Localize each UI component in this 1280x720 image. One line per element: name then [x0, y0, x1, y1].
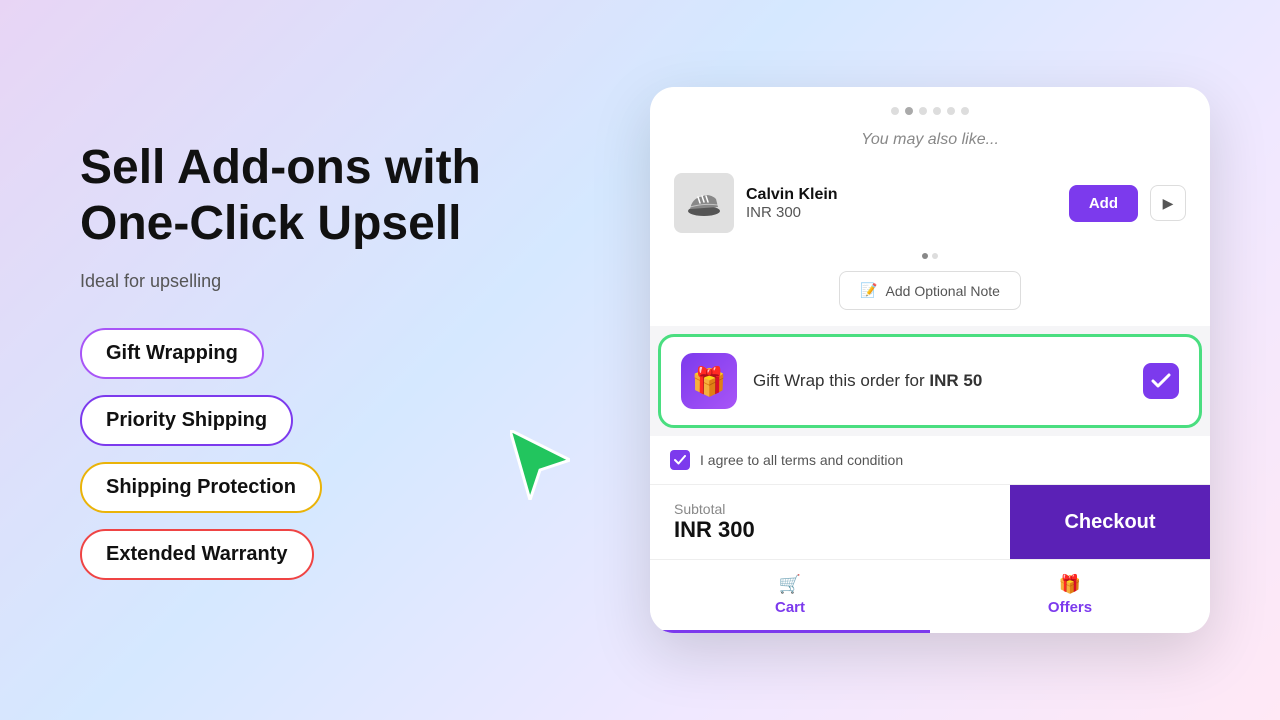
terms-text: I agree to all terms and condition [700, 452, 903, 468]
terms-checkmark-icon [674, 455, 686, 465]
top-section: You may also like... Calvin Klein INR 30… [650, 87, 1210, 326]
cart-icon: 🛒 [779, 574, 801, 595]
checkmark-icon [1151, 373, 1171, 389]
optional-note-button[interactable]: 📝 Add Optional Note [839, 271, 1021, 310]
headline: Sell Add-ons with One-Click Upsell [80, 140, 500, 250]
tag-gift-wrapping: Gift Wrapping [80, 328, 264, 379]
gift-icon-container: 🎁 [681, 353, 737, 409]
subtitle: Ideal for upselling [80, 271, 500, 292]
left-panel: Sell Add-ons with One-Click Upsell Ideal… [0, 0, 580, 720]
product-name: Calvin Klein [746, 186, 1057, 204]
tag-extended-warranty: Extended Warranty [80, 529, 314, 580]
dot-2 [905, 107, 913, 115]
product-price: INR 300 [746, 204, 1057, 221]
terms-checkbox[interactable] [670, 450, 690, 470]
progress-dots [674, 107, 1186, 115]
subtotal-section: Subtotal INR 300 [650, 485, 1010, 559]
cursor-arrow [510, 430, 570, 500]
tag-list: Gift Wrapping Priority Shipping Shipping… [80, 328, 500, 580]
mini-dot-1 [922, 253, 928, 259]
tag-priority-shipping: Priority Shipping [80, 395, 293, 446]
mini-dots [674, 253, 1186, 259]
offers-icon: 🎁 [1059, 574, 1081, 595]
nav-cart[interactable]: 🛒 Cart [650, 560, 930, 633]
bottom-bar: Subtotal INR 300 Checkout [650, 484, 1210, 559]
terms-section: I agree to all terms and condition [650, 436, 1210, 484]
gift-wrap-section[interactable]: 🎁 Gift Wrap this order for INR 50 [658, 334, 1202, 428]
gift-wrap-text: Gift Wrap this order for INR 50 [753, 371, 1127, 391]
dot-3 [919, 107, 927, 115]
product-image-svg [684, 183, 724, 223]
phone-card: You may also like... Calvin Klein INR 30… [650, 87, 1210, 633]
product-info: Calvin Klein INR 300 [746, 186, 1057, 221]
tag-shipping-protection: Shipping Protection [80, 462, 322, 513]
subtotal-label: Subtotal [674, 501, 986, 517]
gift-icon: 🎁 [692, 365, 727, 398]
note-icon: 📝 [860, 282, 877, 299]
checkout-button[interactable]: Checkout [1010, 485, 1210, 559]
product-image [674, 173, 734, 233]
product-arrow-button[interactable]: ▶ [1150, 185, 1186, 221]
dot-4 [933, 107, 941, 115]
dot-6 [961, 107, 969, 115]
nav-bar: 🛒 Cart 🎁 Offers [650, 559, 1210, 633]
dot-1 [891, 107, 899, 115]
gift-wrap-checkbox[interactable] [1143, 363, 1179, 399]
right-panel: You may also like... Calvin Klein INR 30… [580, 0, 1280, 720]
section-title: You may also like... [674, 131, 1186, 149]
add-product-button[interactable]: Add [1069, 185, 1138, 222]
product-row: Calvin Klein INR 300 Add ▶ [674, 165, 1186, 241]
subtotal-amount: INR 300 [674, 517, 986, 543]
mini-dot-2 [932, 253, 938, 259]
nav-offers[interactable]: 🎁 Offers [930, 560, 1210, 633]
dot-5 [947, 107, 955, 115]
